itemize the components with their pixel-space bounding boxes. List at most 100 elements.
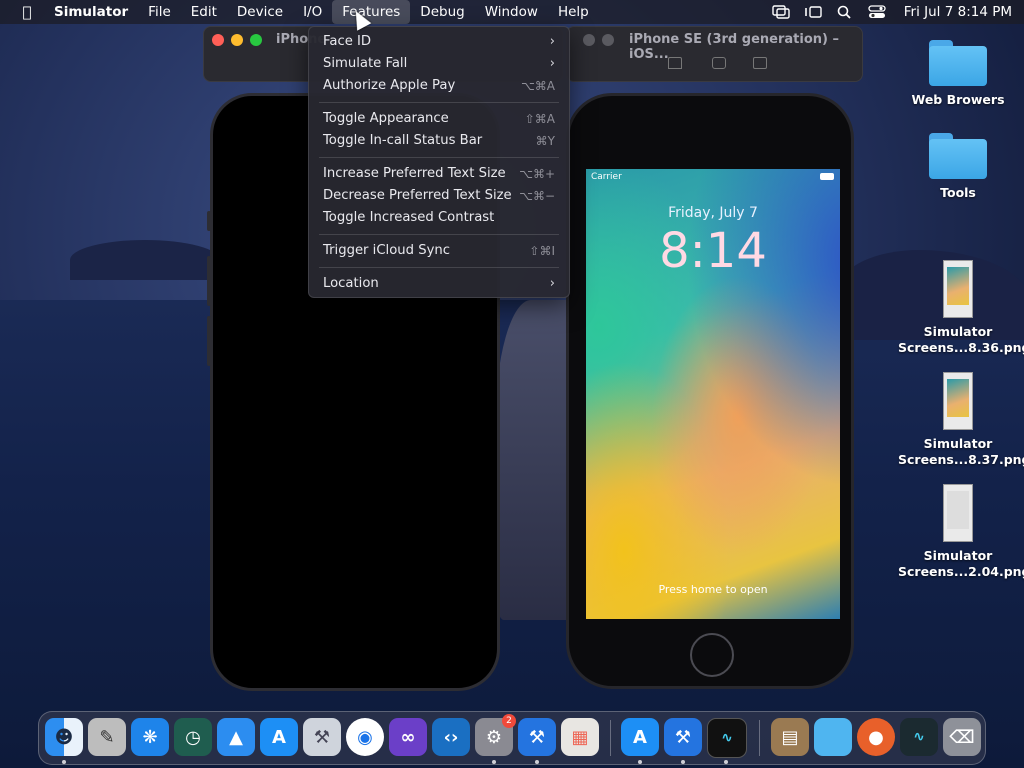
volume-up-button[interactable] xyxy=(207,256,211,306)
mute-switch xyxy=(207,211,211,231)
xcode-icon[interactable]: ⚒ xyxy=(518,718,556,756)
menu-separator xyxy=(319,267,559,268)
screenshot-icon[interactable] xyxy=(712,57,726,69)
archive-utility-icon[interactable]: ▤ xyxy=(771,718,809,756)
desktop-folder-web-browers[interactable]: Web Browers xyxy=(898,40,1018,108)
menu-item-label: Toggle Increased Contrast xyxy=(323,210,495,225)
time-machine-icon[interactable]: ◷ xyxy=(174,718,212,756)
home-icon[interactable] xyxy=(668,57,682,69)
menu-app-name[interactable]: Simulator xyxy=(44,0,138,24)
menu-item-label: Trigger iCloud Sync xyxy=(323,243,450,258)
menu-help[interactable]: Help xyxy=(548,0,599,24)
desktop-item-label: Simulator Screens...2.04.png xyxy=(898,548,1024,580)
label-line-1: Simulator xyxy=(923,548,993,563)
safari-icon[interactable]: ❋ xyxy=(131,718,169,756)
running-indicator xyxy=(724,760,728,764)
folder-icon xyxy=(929,40,987,86)
menu-separator xyxy=(319,234,559,235)
label-line-1: Simulator xyxy=(923,324,993,339)
desktop-folder-tools[interactable]: Tools xyxy=(898,133,1018,201)
menu-item-label: Simulate Fall xyxy=(323,56,408,71)
simulator-icon[interactable]: A xyxy=(621,718,659,756)
menu-item-toggle-appearance[interactable]: Toggle Appearance ⇧⌘A xyxy=(309,108,569,130)
transporter-icon[interactable]: ▲ xyxy=(217,718,255,756)
menu-item-shortcut: ⌥⌘A xyxy=(520,79,555,93)
finder-icon[interactable]: ☻ xyxy=(45,718,83,756)
home-button[interactable] xyxy=(690,633,734,677)
control-center-icon[interactable] xyxy=(868,5,886,19)
minimize-button[interactable] xyxy=(602,34,614,46)
menu-io[interactable]: I/O xyxy=(293,0,332,24)
dock-separator xyxy=(759,720,760,756)
volume-down-button[interactable] xyxy=(207,316,211,366)
system-settings-icon[interactable]: ⚙ 2 xyxy=(475,714,516,756)
stage-manager-icon[interactable] xyxy=(804,5,822,19)
menu-file[interactable]: File xyxy=(138,0,181,24)
menu-device[interactable]: Device xyxy=(227,0,293,24)
menu-item-toggle-in-call-status-bar[interactable]: Toggle In-call Status Bar ⌘Y xyxy=(309,130,569,152)
search-icon[interactable] xyxy=(836,5,854,19)
chrome-icon[interactable]: ◉ xyxy=(346,718,384,756)
xcode-recent-icon[interactable]: ⚒ xyxy=(664,718,702,756)
screen-mirroring-icon[interactable] xyxy=(772,5,790,19)
lock-screen[interactable]: Carrier Friday, July 7 8:14 Press home t… xyxy=(586,169,840,619)
trash-icon[interactable]: ⌫ xyxy=(943,718,981,756)
menu-item-decrease-text-size[interactable]: Decrease Preferred Text Size ⌥⌘− xyxy=(309,185,569,207)
lock-date: Friday, July 7 xyxy=(668,205,758,221)
battery-icon xyxy=(820,173,834,180)
vscode-icon[interactable]: ‹› xyxy=(432,718,470,756)
launchpad-icon[interactable]: ▦ xyxy=(561,718,599,756)
menu-features[interactable]: Features xyxy=(332,0,411,24)
desktop-file-screenshot-2[interactable]: Simulator Screens...8.37.png xyxy=(898,372,1024,468)
desktop-item-label: Simulator Screens...8.37.png xyxy=(898,436,1024,468)
activity-window-icon[interactable]: ∿ xyxy=(900,718,938,756)
apple-menu-icon[interactable]:  xyxy=(16,3,38,21)
menu-edit[interactable]: Edit xyxy=(181,0,227,24)
menu-item-label: Location xyxy=(323,276,379,291)
menu-clock[interactable]: Fri Jul 7 8:14 PM xyxy=(904,4,1012,20)
menu-item-toggle-increased-contrast[interactable]: Toggle Increased Contrast xyxy=(309,207,569,229)
menu-window[interactable]: Window xyxy=(475,0,548,24)
desktop-item-label: Simulator Screens...8.36.png xyxy=(898,324,1024,356)
features-menu: Face ID › Simulate Fall › Authorize Apple … xyxy=(308,26,570,298)
firefox-icon[interactable]: ● xyxy=(857,718,895,756)
menu-item-trigger-icloud-sync[interactable]: Trigger iCloud Sync ⇧⌘I xyxy=(309,240,569,262)
instruments-icon[interactable]: ⚒ xyxy=(303,718,341,756)
app-store-icon[interactable]: A xyxy=(260,718,298,756)
menu-debug[interactable]: Debug xyxy=(410,0,474,24)
menu-item-shortcut: ⌥⌘+ xyxy=(519,167,555,181)
menu-item-authorize-apple-pay[interactable]: Authorize Apple Pay ⌥⌘A xyxy=(309,75,569,97)
minimize-button[interactable] xyxy=(231,34,243,46)
label-line-2: Screens...8.36.png xyxy=(898,340,1024,355)
close-button[interactable] xyxy=(583,34,595,46)
activity-monitor-icon[interactable]: ∿ xyxy=(707,718,747,758)
running-indicator xyxy=(535,760,539,764)
unlock-hint: Press home to open xyxy=(658,583,768,596)
zoom-button[interactable] xyxy=(250,34,262,46)
menu-item-location[interactable]: Location › xyxy=(309,273,569,295)
menu-item-face-id[interactable]: Face ID › xyxy=(309,31,569,53)
menu-item-increase-text-size[interactable]: Increase Preferred Text Size ⌥⌘+ xyxy=(309,163,569,185)
desktop-item-label: Web Browers xyxy=(911,92,1005,107)
chevron-right-icon: › xyxy=(549,276,555,291)
dock-separator xyxy=(610,720,611,756)
folder-icon[interactable] xyxy=(814,718,852,756)
simulator-device-right[interactable]: Carrier Friday, July 7 8:14 Press home t… xyxy=(566,93,854,689)
desktop-file-screenshot-1[interactable]: Simulator Screens...8.36.png xyxy=(898,260,1024,356)
menu-item-label: Increase Preferred Text Size xyxy=(323,166,506,181)
desktop-file-screenshot-3[interactable]: Simulator Screens...2.04.png xyxy=(898,484,1024,580)
running-indicator xyxy=(638,760,642,764)
menu-item-label: Toggle Appearance xyxy=(323,111,449,126)
window-title: iPhone SE (3rd generation) – iOS... xyxy=(629,32,839,62)
script-editor-icon[interactable]: ✎ xyxy=(88,718,126,756)
visual-studio-icon[interactable]: ∞ xyxy=(389,718,427,756)
menu-item-simulate-fall[interactable]: Simulate Fall › xyxy=(309,53,569,75)
close-button[interactable] xyxy=(212,34,224,46)
image-file-icon xyxy=(943,372,973,430)
label-line-1: Simulator xyxy=(923,436,993,451)
desktop-item-label: Tools xyxy=(940,185,976,200)
rotate-icon[interactable] xyxy=(753,57,767,69)
menu-bar:  Simulator File Edit Device I/O Feature… xyxy=(0,0,1024,24)
simulator-window-right-titlebar[interactable]: iPhone SE (3rd generation) – iOS... xyxy=(566,26,863,82)
menu-item-label: Decrease Preferred Text Size xyxy=(323,188,512,203)
